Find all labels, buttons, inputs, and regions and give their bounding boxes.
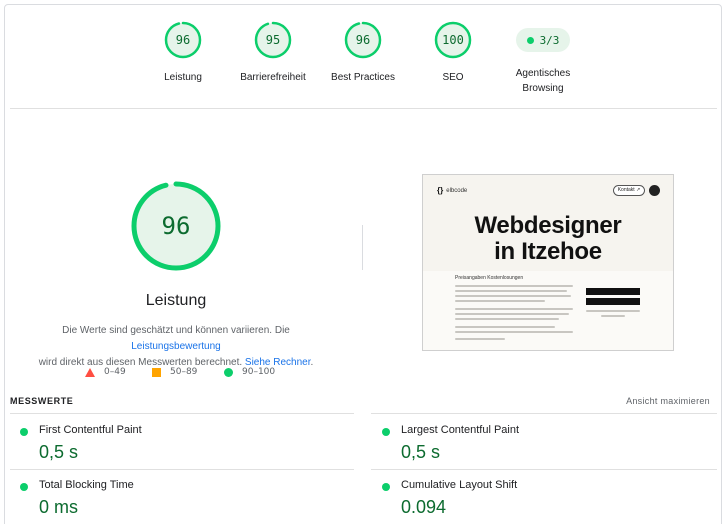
square-icon bbox=[152, 367, 161, 377]
text-line bbox=[455, 318, 559, 320]
metric-name: First Contentful Paint bbox=[39, 424, 142, 436]
screenshot-section: Preisangaben Kostenlosungen bbox=[423, 271, 673, 350]
text-line bbox=[455, 338, 505, 340]
final-screenshot[interactable]: {} elbcode Kontakt ↗ Webdesigner in Itze… bbox=[422, 174, 674, 351]
gauge-label-line: Agentisches bbox=[515, 68, 571, 79]
text-line bbox=[455, 300, 545, 302]
gauge-label-line: Browsing bbox=[522, 83, 564, 94]
metric-tbt[interactable]: Total Blocking Time 0 ms bbox=[20, 479, 340, 524]
score-ring: 96 bbox=[344, 21, 382, 59]
category-gauges: 96 Leistung 95 Barrierefreiheit 96 Best … bbox=[0, 0, 725, 110]
text-line bbox=[601, 315, 625, 317]
text-line bbox=[455, 326, 555, 328]
legend-label: 50–89 bbox=[170, 367, 198, 377]
score-ring: 100 bbox=[434, 21, 472, 59]
pass-dot-icon bbox=[382, 428, 390, 436]
score-value: 96 bbox=[175, 33, 191, 47]
hero-heading: Webdesigner in Itzehoe bbox=[423, 213, 673, 265]
legend-label: 90–100 bbox=[242, 367, 276, 377]
text-line bbox=[455, 331, 573, 333]
divider bbox=[371, 413, 717, 414]
metric-fcp[interactable]: First Contentful Paint 0,5 s bbox=[20, 424, 340, 474]
menu-icon bbox=[649, 185, 660, 196]
metric-name: Largest Contentful Paint bbox=[401, 424, 520, 436]
gauge-agentic-browsing[interactable]: 3/3 Agentisches Browsing bbox=[488, 21, 598, 96]
agentic-pill: 3/3 bbox=[516, 28, 570, 52]
metric-value: 0 ms bbox=[39, 497, 79, 517]
agentic-score: 3/3 bbox=[539, 33, 560, 47]
score-value: 95 bbox=[265, 33, 281, 47]
metrics-title: MESSWERTE bbox=[10, 396, 74, 406]
divider bbox=[10, 108, 717, 109]
hero-line: in Itzehoe bbox=[494, 238, 602, 265]
score-value: 100 bbox=[442, 33, 464, 47]
score-value: 96 bbox=[355, 33, 371, 47]
brace-icon: {} bbox=[437, 186, 444, 195]
score-ring: 95 bbox=[254, 21, 292, 59]
metric-value: 0,5 s bbox=[39, 442, 79, 462]
main-score-title: Leistung bbox=[145, 292, 207, 309]
score-description: Die Werte sind geschätzt und können vari… bbox=[20, 323, 332, 371]
pass-dot-icon bbox=[526, 36, 534, 44]
legend-pass: 90–100 bbox=[224, 367, 275, 377]
circle-icon bbox=[224, 367, 233, 377]
hero-line: Webdesigner bbox=[474, 212, 622, 239]
expand-view-toggle[interactable]: Ansicht maximieren bbox=[626, 396, 710, 406]
screenshot-nav: {} elbcode Kontakt ↗ bbox=[423, 175, 673, 205]
legend-average: 50–89 bbox=[152, 367, 197, 377]
vertical-divider bbox=[362, 225, 363, 270]
metric-cls[interactable]: Cumulative Layout Shift 0.094 bbox=[382, 479, 702, 524]
metrics-header: MESSWERTE Ansicht maximieren bbox=[0, 396, 725, 408]
text-line bbox=[455, 285, 573, 287]
screenshot-button bbox=[586, 298, 640, 305]
divider bbox=[10, 413, 354, 414]
pass-dot-icon bbox=[20, 428, 28, 436]
main-score-value: 96 bbox=[161, 212, 191, 240]
pass-dot-icon bbox=[382, 483, 390, 491]
section-heading: Preisangaben Kostenlosungen bbox=[455, 275, 524, 281]
contact-button: Kontakt ↗ bbox=[613, 185, 645, 196]
triangle-icon bbox=[85, 367, 95, 377]
performance-summary: 96 Leistung Die Werte sind geschätzt und… bbox=[20, 180, 332, 371]
legend-fail: 0–49 bbox=[85, 367, 126, 377]
text-line bbox=[455, 290, 567, 292]
scoring-link[interactable]: Leistungsbewertung bbox=[131, 341, 221, 352]
divider bbox=[371, 469, 717, 470]
desc-text: Die Werte sind geschätzt und können vari… bbox=[62, 325, 290, 336]
score-legend: 0–49 50–89 90–100 bbox=[0, 367, 725, 381]
text-line bbox=[586, 310, 640, 312]
logo-text: elbcode bbox=[446, 187, 468, 194]
screenshot-button bbox=[586, 288, 640, 295]
main-score-ring: 96 bbox=[130, 180, 222, 272]
score-ring: 96 bbox=[164, 21, 202, 59]
legend-label: 0–49 bbox=[104, 367, 126, 377]
text-line bbox=[455, 295, 571, 297]
metric-name: Total Blocking Time bbox=[39, 479, 134, 491]
text-line bbox=[455, 308, 573, 310]
metric-value: 0.094 bbox=[401, 497, 447, 517]
site-logo: {} elbcode bbox=[437, 186, 467, 195]
text-line bbox=[455, 313, 569, 315]
metric-value: 0,5 s bbox=[401, 442, 441, 462]
metric-lcp[interactable]: Largest Contentful Paint 0,5 s bbox=[382, 424, 702, 474]
pass-dot-icon bbox=[20, 483, 28, 491]
metric-name: Cumulative Layout Shift bbox=[401, 479, 518, 491]
gauge-label: Agentisches Browsing bbox=[488, 66, 598, 96]
divider bbox=[10, 469, 354, 470]
